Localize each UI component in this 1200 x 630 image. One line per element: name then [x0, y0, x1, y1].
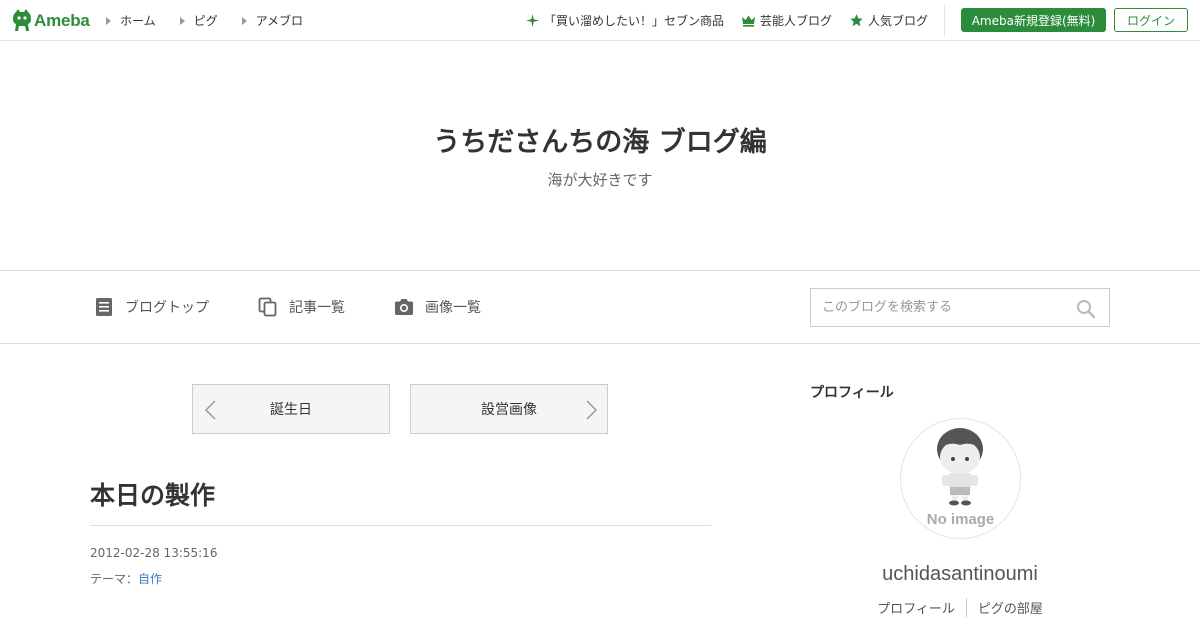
celebrity-blog-label: 芸能人ブログ	[759, 14, 832, 28]
promo-link-label: 「買い溜めしたい！」セブン商品	[543, 14, 724, 28]
global-nav-label: ピグ	[193, 14, 218, 28]
promo-link[interactable]: 「買い溜めしたい！」セブン商品	[525, 12, 724, 29]
global-nav-left: ホーム ピグ アメブロ	[106, 0, 327, 41]
search-icon[interactable]	[1076, 299, 1096, 319]
global-nav-label: ホーム	[120, 14, 156, 28]
blog-search-input[interactable]	[811, 289, 1066, 326]
document-icon	[96, 298, 112, 316]
profile-heading: プロフィール	[810, 385, 894, 401]
prev-entry-label: 誕生日	[270, 402, 312, 418]
profile-links: プロフィール ピグの部屋	[810, 598, 1110, 617]
sparkle-icon	[525, 14, 539, 27]
celebrity-blog-link[interactable]: 芸能人ブログ	[741, 12, 832, 29]
next-entry-button[interactable]: 設営画像	[410, 384, 608, 434]
article-date: 2012-02-28 13:55:16	[90, 546, 218, 560]
global-header: Ameba ホーム ピグ アメブロ 「買い溜めしたい！」セブン商品 芸能人ブログ…	[0, 0, 1200, 41]
login-button[interactable]: ログイン	[1114, 8, 1188, 32]
global-nav-right: 「買い溜めしたい！」セブン商品 芸能人ブログ 人気ブログ	[508, 0, 928, 41]
blog-nav-label: 記事一覧	[289, 300, 345, 316]
theme-link[interactable]: 自作	[138, 570, 162, 587]
article-divider	[90, 525, 711, 526]
camera-icon	[395, 299, 413, 315]
copy-icon	[258, 297, 277, 317]
blog-nav-images[interactable]: 画像一覧	[394, 271, 481, 343]
logo-text: Ameba	[34, 11, 90, 30]
chevron-right-icon	[586, 400, 598, 420]
ameba-logo[interactable]: Ameba	[12, 8, 90, 34]
star-icon	[850, 14, 863, 27]
pigg-room-link[interactable]: ピグの部屋	[965, 598, 1054, 617]
article-theme: テーマ： 自作	[90, 570, 162, 587]
prev-entry-button[interactable]: 誕生日	[192, 384, 390, 434]
theme-prefix: テーマ：	[90, 572, 139, 586]
blog-search	[810, 288, 1110, 327]
profile-link[interactable]: プロフィール	[866, 598, 966, 617]
blog-subtitle: 海が大好きです	[547, 171, 653, 189]
triangle-right-icon	[106, 16, 111, 25]
avatar[interactable]: No image	[900, 418, 1021, 539]
blog-nav: ブログトップ 記事一覧 画像一覧	[0, 270, 1200, 344]
global-nav-home[interactable]: ホーム	[106, 12, 156, 29]
no-image-text: No image	[926, 511, 995, 528]
profile-username[interactable]: uchidasantinoumi	[810, 563, 1110, 586]
crown-icon	[741, 15, 755, 27]
header-divider	[944, 5, 945, 36]
popular-blog-link[interactable]: 人気ブログ	[850, 12, 928, 29]
triangle-right-icon	[179, 16, 185, 25]
next-entry-label: 設営画像	[481, 402, 537, 418]
blog-title[interactable]: うちださんちの海 ブログ編	[0, 120, 1200, 159]
blog-nav-top[interactable]: ブログトップ	[94, 271, 209, 343]
ameba-mascot-icon	[13, 8, 31, 31]
article-title[interactable]: 本日の製作	[90, 476, 215, 512]
register-button[interactable]: Ameba新規登録(無料)	[961, 8, 1106, 32]
blog-nav-entries[interactable]: 記事一覧	[258, 271, 345, 343]
blog-nav-label: ブログトップ	[125, 300, 209, 316]
popular-blog-label: 人気ブログ	[867, 14, 928, 28]
triangle-right-icon	[241, 16, 247, 25]
global-nav-pigg[interactable]: ピグ	[179, 12, 218, 29]
chevron-left-icon	[204, 400, 216, 420]
global-nav-label: アメブロ	[255, 14, 304, 28]
blog-nav-label: 画像一覧	[425, 300, 481, 316]
global-nav-ameblo[interactable]: アメブロ	[241, 12, 304, 29]
